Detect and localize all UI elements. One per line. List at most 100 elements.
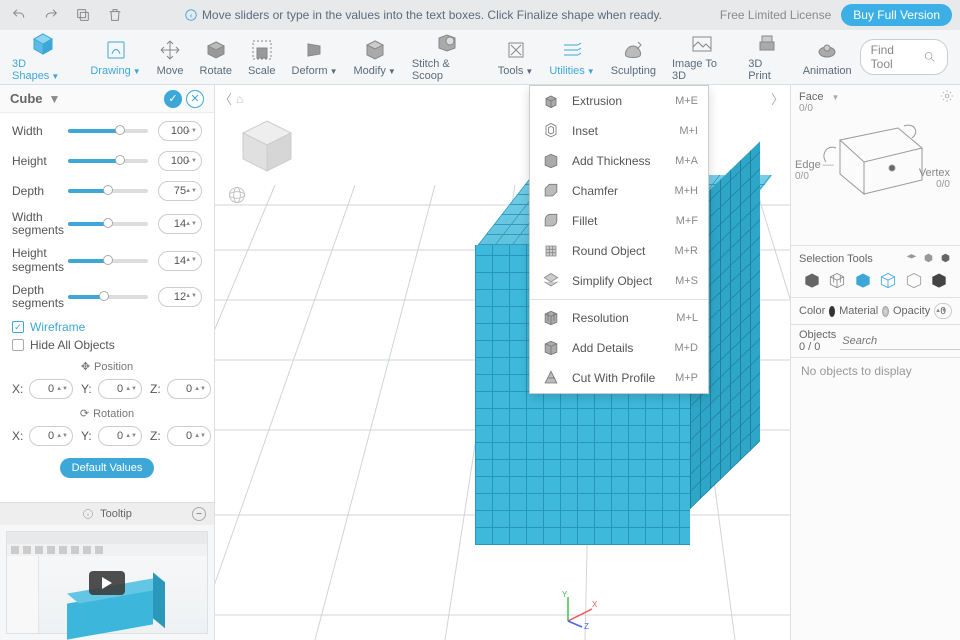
hseg-label: Height segments bbox=[12, 247, 68, 273]
cube-small2-icon[interactable] bbox=[939, 252, 952, 265]
no-objects-label: No objects to display bbox=[791, 358, 960, 384]
height-slider[interactable] bbox=[68, 159, 148, 163]
copy-icon[interactable] bbox=[72, 4, 94, 26]
height-input[interactable]: 100▲▼ bbox=[158, 151, 202, 171]
shape-dropdown-icon[interactable]: ▼ bbox=[49, 92, 61, 106]
cancel-shape-button[interactable]: ✕ bbox=[186, 90, 204, 108]
wseg-input[interactable]: 14▲▼ bbox=[158, 214, 202, 234]
sel-solid-icon[interactable] bbox=[802, 271, 822, 291]
globe-icon[interactable] bbox=[227, 185, 247, 208]
objects-count: Objects 0 / 0 bbox=[799, 329, 836, 353]
tool-3d-print[interactable]: 3D Print bbox=[740, 30, 795, 85]
dseg-slider[interactable] bbox=[68, 295, 148, 299]
tool-move[interactable]: Move bbox=[149, 30, 192, 85]
redo-icon[interactable] bbox=[40, 4, 62, 26]
modify-menu: ExtrusionM+E InsetM+I Add ThicknessM+A C… bbox=[529, 85, 709, 394]
menu-resolution[interactable]: ResolutionM+L bbox=[530, 303, 708, 333]
vertex-label: Vertex bbox=[919, 167, 950, 179]
print-icon bbox=[754, 32, 780, 56]
sel-bluewire-icon[interactable] bbox=[878, 271, 898, 291]
width-slider[interactable] bbox=[68, 129, 148, 133]
tool-utilities[interactable]: Utilities▼ bbox=[541, 30, 602, 85]
tool-rotate[interactable]: Rotate bbox=[192, 30, 240, 85]
rot-x-input[interactable]: 0▲▼ bbox=[29, 426, 73, 446]
minimize-icon[interactable]: − bbox=[192, 507, 206, 521]
tool-sculpting[interactable]: Sculpting bbox=[603, 30, 664, 85]
menu-add-thickness[interactable]: Add ThicknessM+A bbox=[530, 146, 708, 176]
rot-z-input[interactable]: 0▲▼ bbox=[167, 426, 211, 446]
cube-small-icon[interactable] bbox=[922, 252, 935, 265]
pos-z-input[interactable]: 0▲▼ bbox=[167, 379, 211, 399]
menu-extrusion[interactable]: ExtrusionM+E bbox=[530, 86, 708, 116]
vertex-count: 0/0 bbox=[919, 179, 950, 190]
confirm-shape-button[interactable]: ✓ bbox=[164, 90, 182, 108]
sel-wire-icon[interactable] bbox=[827, 271, 847, 291]
width-input[interactable]: 100▲▼ bbox=[158, 121, 202, 141]
wireframe-checkbox[interactable]: ✓Wireframe bbox=[12, 320, 202, 334]
find-tool-input[interactable]: Find Tool bbox=[860, 39, 948, 75]
pos-x-input[interactable]: 0▲▼ bbox=[29, 379, 73, 399]
tooltip-video[interactable] bbox=[0, 525, 214, 640]
color-label: Color bbox=[799, 305, 825, 317]
menu-round-object[interactable]: Round ObjectM+R bbox=[530, 236, 708, 266]
objects-search-input[interactable] bbox=[840, 333, 960, 350]
tool-stitch-scoop[interactable]: Stitch & Scoop bbox=[404, 30, 490, 85]
sel-outline-icon[interactable] bbox=[904, 271, 924, 291]
modify-icon bbox=[362, 37, 388, 63]
opacity-label: Opacity bbox=[893, 305, 930, 317]
depth-slider[interactable] bbox=[68, 189, 148, 193]
material-swatch[interactable] bbox=[882, 306, 889, 317]
tool-drawing[interactable]: Drawing▼ bbox=[82, 30, 148, 85]
buy-full-button[interactable]: Buy Full Version bbox=[841, 4, 952, 26]
layer-icon[interactable] bbox=[905, 252, 918, 265]
tooltip-header[interactable]: Tooltip− bbox=[0, 503, 214, 525]
tool-3d-shapes[interactable]: 3D Shapes▼ bbox=[4, 30, 82, 85]
dseg-input[interactable]: 12▲▼ bbox=[158, 287, 202, 307]
sel-blue-icon[interactable] bbox=[853, 271, 873, 291]
wseg-slider[interactable] bbox=[68, 222, 148, 226]
move-icon bbox=[157, 37, 183, 63]
pos-y-input[interactable]: 0▲▼ bbox=[98, 379, 142, 399]
height-label: Height bbox=[12, 154, 68, 168]
rotate-icon bbox=[203, 37, 229, 63]
tool-tools[interactable]: Tools▼ bbox=[490, 30, 542, 85]
svg-text:X: X bbox=[592, 600, 598, 609]
hide-all-checkbox[interactable]: Hide All Objects bbox=[12, 338, 202, 352]
license-label: Free Limited License bbox=[720, 8, 831, 22]
depth-input[interactable]: 75▲▼ bbox=[158, 181, 202, 201]
sel-dark-icon[interactable] bbox=[929, 271, 949, 291]
tool-image-to-3d[interactable]: Image To 3D bbox=[664, 30, 740, 85]
hseg-input[interactable]: 14▲▼ bbox=[158, 251, 202, 271]
menu-fillet[interactable]: FilletM+F bbox=[530, 206, 708, 236]
rot-y-input[interactable]: 0▲▼ bbox=[98, 426, 142, 446]
edge-label: Edge bbox=[795, 159, 821, 171]
menu-cut-profile[interactable]: Cut With ProfileM+P bbox=[530, 363, 708, 393]
menu-simplify[interactable]: Simplify ObjectM+S bbox=[530, 266, 708, 296]
undo-icon[interactable] bbox=[8, 4, 30, 26]
opacity-input[interactable]: 0▲▼ bbox=[934, 303, 952, 319]
menu-chamfer[interactable]: ChamferM+H bbox=[530, 176, 708, 206]
animation-icon bbox=[814, 37, 840, 63]
tool-modify[interactable]: Modify▼ bbox=[345, 30, 403, 85]
axes-gizmo: YXZ bbox=[560, 589, 600, 632]
orientation-cube[interactable] bbox=[235, 115, 299, 179]
hseg-slider[interactable] bbox=[68, 259, 148, 263]
tool-deform[interactable]: Deform▼ bbox=[284, 30, 346, 85]
search-icon bbox=[923, 50, 937, 64]
tool-animation[interactable]: Animation bbox=[795, 30, 860, 85]
details-icon bbox=[540, 337, 562, 359]
color-swatch[interactable] bbox=[829, 306, 835, 317]
svg-text:Z: Z bbox=[584, 622, 589, 629]
home-icon[interactable]: ⌂ bbox=[236, 92, 243, 106]
viewport-back-button[interactable]: 〈 bbox=[219, 89, 232, 108]
default-values-button[interactable]: Default Values bbox=[60, 458, 155, 478]
delete-icon[interactable] bbox=[104, 4, 126, 26]
settings-icon[interactable] bbox=[940, 89, 954, 106]
tools-icon bbox=[503, 37, 529, 63]
menu-add-details[interactable]: Add DetailsM+D bbox=[530, 333, 708, 363]
shape-name[interactable]: Cube bbox=[10, 91, 43, 106]
play-icon[interactable] bbox=[89, 571, 125, 595]
menu-inset[interactable]: InsetM+I bbox=[530, 116, 708, 146]
viewport-forward-button[interactable]: 〉 bbox=[771, 89, 784, 108]
tool-scale[interactable]: Scale bbox=[240, 30, 284, 85]
